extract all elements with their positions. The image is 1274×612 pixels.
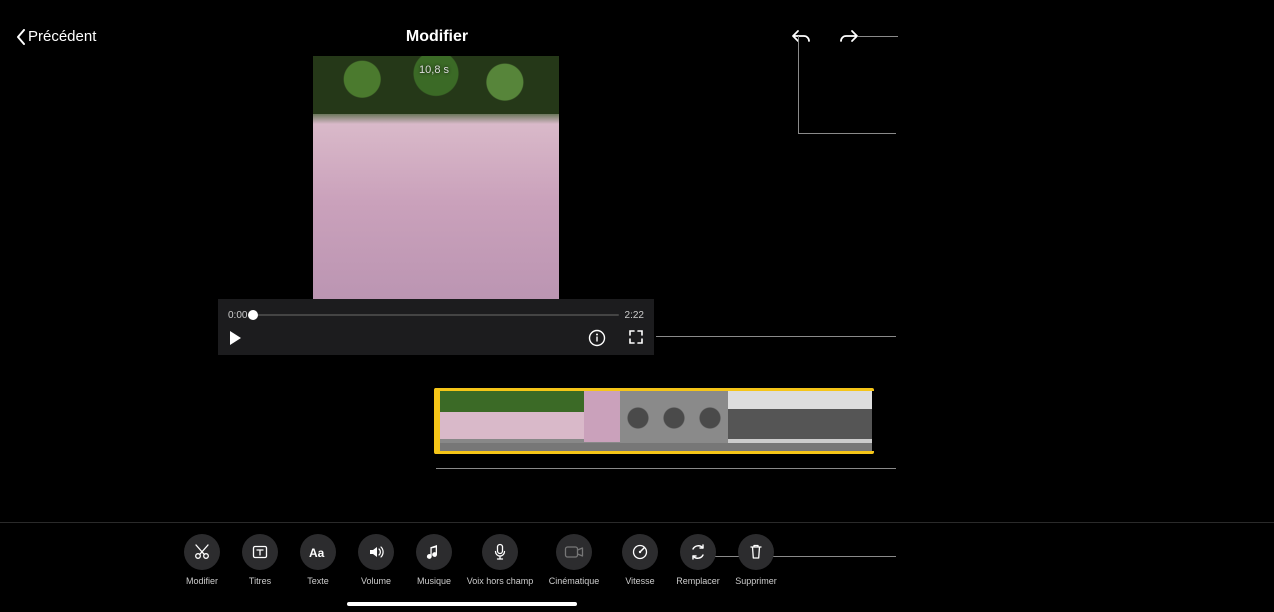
mic-icon [493,543,507,561]
video-preview[interactable]: 10,8 s [313,56,559,299]
timeline-thumb[interactable] [656,391,692,451]
timeline-thumb[interactable] [440,391,476,451]
callout-line [656,336,896,337]
trash-icon [748,543,764,561]
header: Précédent Modifier [0,0,1274,56]
timeline-thumb[interactable] [692,391,728,451]
timeline-thumb[interactable] [836,391,872,451]
tool-delete[interactable]: Supprimer [736,534,776,586]
note-icon [426,543,442,561]
tool-label: Volume [361,576,391,586]
playback-controls: 0:00 2:22 [218,299,654,355]
scrubber-knob[interactable] [248,310,258,320]
tool-label: Modifier [186,576,218,586]
timeline-thumb[interactable] [548,391,584,451]
timeline-thumb[interactable] [512,391,548,451]
timeline-thumb[interactable] [764,391,800,451]
clip-duration-overlay: 10,8 s [419,64,449,76]
tool-volume[interactable]: Volume [356,534,396,586]
tool-replace[interactable]: Remplacer [678,534,718,586]
undo-button[interactable] [790,28,812,46]
aa-icon: Aa [308,544,328,560]
tool-label: Musique [417,576,451,586]
tool-label: Texte [307,576,329,586]
tool-titles[interactable]: Titres [240,534,280,586]
undo-redo-group [790,28,860,46]
scrubber-track[interactable] [253,314,618,316]
home-indicator [347,602,577,606]
callout-line [798,36,799,134]
timeline[interactable]: T [434,388,874,458]
scissors-icon [193,543,211,561]
toolbar: Modifier Titres Aa Texte Volume Musique … [0,534,1274,586]
timeline-thumb[interactable] [584,391,620,451]
tool-label: Titres [249,576,271,586]
camera-icon [564,545,584,559]
timeline-thumb[interactable] [728,391,764,451]
speaker-icon [367,543,385,561]
total-time: 2:22 [625,310,644,321]
tool-cinematic[interactable]: Cinématique [546,534,602,586]
tool-text[interactable]: Aa Texte [298,534,338,586]
tool-edit[interactable]: Modifier [182,534,222,586]
current-time: 0:00 [228,310,247,321]
fullscreen-button[interactable] [628,329,644,347]
callout-line [798,133,896,134]
tool-label: Remplacer [676,576,720,586]
play-button[interactable] [228,330,242,346]
tool-music[interactable]: Musique [414,534,454,586]
tool-label: Voix hors champ [467,576,534,586]
callout-line [436,468,896,469]
redo-button[interactable] [838,28,860,46]
timeline-thumb[interactable] [476,391,512,451]
tool-label: Cinématique [549,576,600,586]
tool-label: Vitesse [625,576,654,586]
page-title: Modifier [0,28,1074,46]
callout-line [858,36,898,37]
gauge-icon [631,543,649,561]
title-box-icon [251,543,269,561]
timeline-thumb[interactable] [620,391,656,451]
scrubber[interactable]: 0:00 2:22 [228,309,644,321]
svg-text:Aa: Aa [309,546,325,560]
video-viewer: 10,8 s 0:00 2:22 [218,56,654,355]
timeline-thumb[interactable] [800,391,836,451]
toolbar-separator [0,522,1274,523]
tool-voiceover[interactable]: Voix hors champ [472,534,528,586]
tool-label: Supprimer [735,576,777,586]
tool-speed[interactable]: Vitesse [620,534,660,586]
cycle-icon [689,543,707,561]
info-button[interactable] [588,329,606,347]
